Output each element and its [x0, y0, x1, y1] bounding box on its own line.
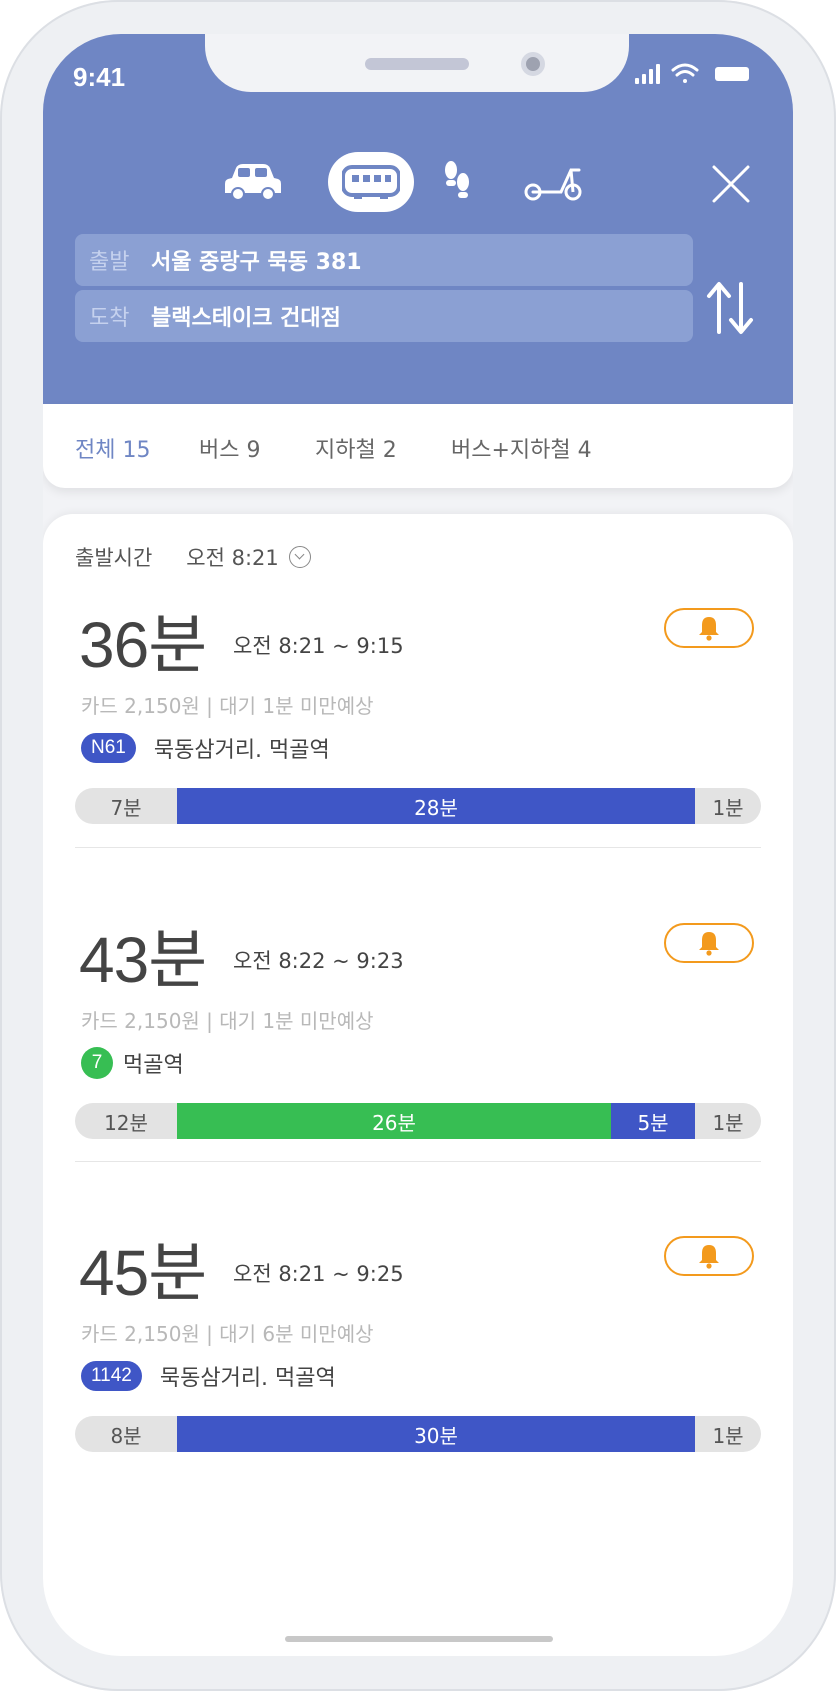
screen: 9:41 출발 서울 중랑구 묵동 381 도착 블랙스테이크 건대점 전체 1… [43, 34, 793, 1656]
wifi-icon [671, 63, 699, 83]
route-duration: 43분 [79, 924, 207, 996]
alarm-button[interactable] [664, 608, 754, 648]
route-fare: 카드 2,150원 | 대기 1분 미만예상 [81, 694, 374, 718]
route-stations: 묵동삼거리. 먹골역 [153, 738, 330, 763]
battery-icon [715, 67, 749, 81]
segment-bus: 30분 [177, 1416, 695, 1452]
segment-bar: 12분 26분 5분 1분 [75, 1103, 761, 1139]
status-time: 9:41 [73, 62, 126, 92]
walk-icon [445, 161, 469, 198]
segment-walk: 7분 [110, 795, 142, 820]
subway-line-badge: 7 [81, 1047, 113, 1079]
speaker [365, 58, 469, 70]
mode-bike[interactable] [521, 152, 585, 212]
route-card[interactable]: 43분 오전 8:22 ~ 9:23 카드 2,150원 | 대기 1분 미만예… [43, 909, 793, 1209]
mode-walk[interactable] [435, 152, 479, 212]
bell-icon [699, 617, 719, 641]
bus-number-badge: 1142 [81, 1361, 142, 1391]
origin-label: 출발 [89, 250, 130, 275]
divider [75, 847, 761, 848]
origin-field[interactable]: 출발 서울 중랑구 묵동 381 [75, 234, 693, 286]
route-time-range: 오전 8:21 ~ 9:25 [233, 1262, 404, 1286]
segment-walk: 1분 [712, 1423, 744, 1448]
segment-walk: 1분 [712, 1110, 744, 1135]
segment-subway: 26분 [177, 1103, 611, 1139]
route-stations: 묵동삼거리. 먹골역 [159, 1366, 336, 1391]
segment-bar: 7분 28분 1분 [75, 788, 761, 824]
bell-icon [699, 1245, 719, 1269]
filter-tab-bus-subway[interactable]: 버스+지하철 4 [451, 432, 592, 464]
signal-icon [635, 64, 660, 84]
origin-value: 서울 중랑구 묵동 381 [151, 250, 362, 275]
filter-tab-subway[interactable]: 지하철 2 [315, 432, 397, 464]
destination-field[interactable]: 도착 블랙스테이크 건대점 [75, 290, 693, 342]
divider [75, 1161, 761, 1162]
route-time-range: 오전 8:22 ~ 9:23 [233, 949, 404, 973]
segment-bar: 8분 30분 1분 [75, 1416, 761, 1452]
alarm-button[interactable] [664, 923, 754, 963]
phone-frame: 9:41 출발 서울 중랑구 묵동 381 도착 블랙스테이크 건대점 전체 1… [0, 0, 836, 1691]
filter-tab-all[interactable]: 전체 15 [75, 432, 150, 464]
header: 9:41 출발 서울 중랑구 묵동 381 도착 블랙스테이크 건대점 [43, 34, 793, 404]
home-indicator [285, 1636, 553, 1642]
segment-bus: 28분 [177, 788, 695, 824]
bus-icon [342, 165, 400, 199]
destination-value: 블랙스테이크 건대점 [151, 306, 341, 331]
camera [521, 52, 545, 76]
mode-transit[interactable] [328, 152, 414, 212]
departure-label: 출발시간 [75, 546, 153, 570]
close-icon[interactable] [711, 164, 751, 204]
segment-walk: 12분 [104, 1110, 148, 1135]
destination-label: 도착 [89, 306, 130, 331]
status-icons [635, 63, 749, 84]
route-card[interactable]: 36분 오전 8:21 ~ 9:15 카드 2,150원 | 대기 1분 미만예… [43, 594, 793, 894]
bus-number-badge: N61 [81, 733, 136, 763]
mode-car[interactable] [221, 152, 285, 212]
route-time-range: 오전 8:21 ~ 9:15 [233, 634, 404, 658]
bell-icon [699, 932, 719, 956]
route-list: 출발시간 오전 8:21 36분 오전 8:21 ~ 9:15 카드 2,150… [43, 514, 793, 1656]
departure-time-selector[interactable]: 출발시간 오전 8:21 [75, 542, 311, 572]
filter-tabs: 전체 15 버스 9 지하철 2 버스+지하철 4 [43, 404, 793, 488]
swap-icon[interactable] [703, 278, 757, 338]
notch [205, 34, 629, 92]
chevron-down-icon [288, 546, 311, 568]
route-lines: 7 먹골역 [81, 1047, 184, 1079]
departure-value: 오전 8:21 [186, 546, 279, 570]
travel-mode-tabs [43, 152, 793, 212]
route-stations: 먹골역 [123, 1053, 184, 1078]
segment-walk: 1분 [712, 795, 744, 820]
route-lines: 1142 묵동삼거리. 먹골역 [81, 1360, 336, 1392]
route-card[interactable]: 45분 오전 8:21 ~ 9:25 카드 2,150원 | 대기 6분 미만예… [43, 1222, 793, 1522]
segment-walk: 8분 [110, 1423, 142, 1448]
route-duration: 36분 [79, 609, 207, 681]
alarm-button[interactable] [664, 1236, 754, 1276]
scooter-icon [524, 168, 582, 201]
route-fare: 카드 2,150원 | 대기 6분 미만예상 [81, 1322, 374, 1346]
filter-tab-bus[interactable]: 버스 9 [199, 432, 260, 464]
car-icon [225, 164, 281, 201]
segment-bus: 5분 [611, 1103, 695, 1139]
route-lines: N61 묵동삼거리. 먹골역 [81, 732, 330, 764]
route-duration: 45분 [79, 1237, 207, 1309]
route-fare: 카드 2,150원 | 대기 1분 미만예상 [81, 1009, 374, 1033]
